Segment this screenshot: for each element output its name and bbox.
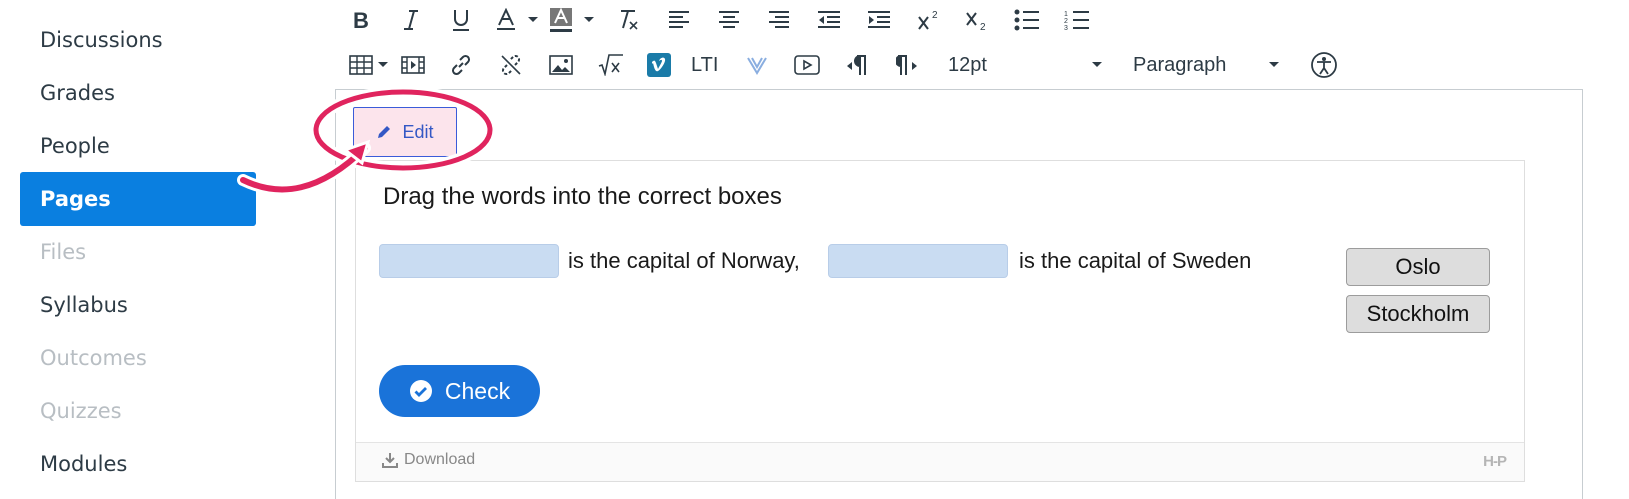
nav-quizzes[interactable]: Quizzes: [20, 384, 256, 438]
vimeo-v-icon[interactable]: [741, 45, 773, 85]
check-label: Check: [444, 377, 511, 404]
bold-icon[interactable]: B: [345, 0, 377, 40]
download-label: Download: [404, 451, 476, 468]
sentence-text-2: is the capital of Sweden: [1019, 248, 1252, 273]
chevron-down-icon[interactable]: [573, 0, 605, 40]
nav-outcomes[interactable]: Outcomes: [20, 331, 256, 385]
accessibility-checker-icon[interactable]: [1308, 45, 1340, 85]
align-right-icon[interactable]: [763, 0, 795, 40]
svg-text:3: 3: [1064, 25, 1068, 32]
course-navigation: Discussions Grades People Pages Files Sy…: [0, 0, 265, 494]
outdent-icon[interactable]: [813, 0, 845, 40]
media-icon[interactable]: [397, 45, 429, 85]
italic-icon[interactable]: [395, 0, 427, 40]
numbered-list-icon[interactable]: 123: [1061, 0, 1093, 40]
nav-syllabus[interactable]: Syllabus: [20, 278, 256, 332]
ltr-icon[interactable]: [841, 45, 873, 85]
link-icon[interactable]: [445, 45, 477, 85]
sentence-text-1: is the capital of Norway,: [568, 248, 800, 273]
drop-zone-1[interactable]: [379, 244, 559, 278]
check-button[interactable]: Check: [379, 365, 540, 417]
lti-tool-button[interactable]: LTI: [691, 45, 718, 85]
draggable-word-stockholm[interactable]: Stockholm: [1346, 295, 1490, 333]
indent-icon[interactable]: [863, 0, 895, 40]
h5p-edit-button[interactable]: Edit: [353, 107, 457, 157]
chevron-down-icon[interactable]: [1258, 45, 1290, 85]
pencil-icon: [378, 126, 391, 138]
underline-icon[interactable]: [445, 0, 477, 40]
svg-text:1: 1: [1064, 11, 1068, 18]
equation-icon[interactable]: [595, 45, 627, 85]
align-left-icon[interactable]: [663, 0, 695, 40]
chevron-down-icon[interactable]: [367, 45, 399, 85]
download-icon: [382, 453, 398, 468]
h5p-footer: Download H-P: [356, 442, 1524, 481]
check-circle-icon: [409, 380, 432, 402]
nav-people[interactable]: People: [20, 119, 256, 173]
block-format-select[interactable]: Paragraph: [1133, 45, 1226, 85]
h5p-logo: H-P: [1483, 453, 1507, 470]
align-center-icon[interactable]: [713, 0, 745, 40]
svg-text:B: B: [353, 9, 369, 31]
clear-formatting-icon[interactable]: [613, 0, 645, 40]
superscript-icon[interactable]: 2: [913, 0, 945, 40]
chevron-down-icon[interactable]: [1081, 45, 1113, 85]
svg-text:2: 2: [980, 22, 986, 31]
nav-pages[interactable]: Pages: [20, 172, 256, 226]
svg-text:2: 2: [932, 10, 938, 21]
unlink-icon[interactable]: [495, 45, 527, 85]
nav-discussions[interactable]: Discussions: [20, 13, 256, 67]
edit-label: Edit: [402, 121, 434, 142]
toolbar-insert-row: LTI 12pt Paragraph: [345, 45, 1395, 85]
drop-zone-2[interactable]: [828, 244, 1008, 278]
toolbar-formatting-row: B 2 2 123: [345, 0, 1345, 40]
download-button[interactable]: Download: [382, 451, 475, 469]
nav-files[interactable]: Files: [20, 225, 256, 279]
vimeo-icon[interactable]: [643, 45, 675, 85]
task-description: Drag the words into the correct boxes: [383, 183, 782, 210]
nav-modules[interactable]: Modules: [20, 437, 256, 491]
rtl-icon[interactable]: [891, 45, 923, 85]
subscript-icon[interactable]: 2: [961, 0, 993, 40]
draggable-word-oslo[interactable]: Oslo: [1346, 248, 1490, 286]
video-icon[interactable]: [791, 45, 823, 85]
bulleted-list-icon[interactable]: [1011, 0, 1043, 40]
svg-text:2: 2: [1064, 18, 1068, 25]
font-size-select[interactable]: 12pt: [948, 45, 987, 85]
nav-grades[interactable]: Grades: [20, 66, 256, 120]
image-icon[interactable]: [545, 45, 577, 85]
